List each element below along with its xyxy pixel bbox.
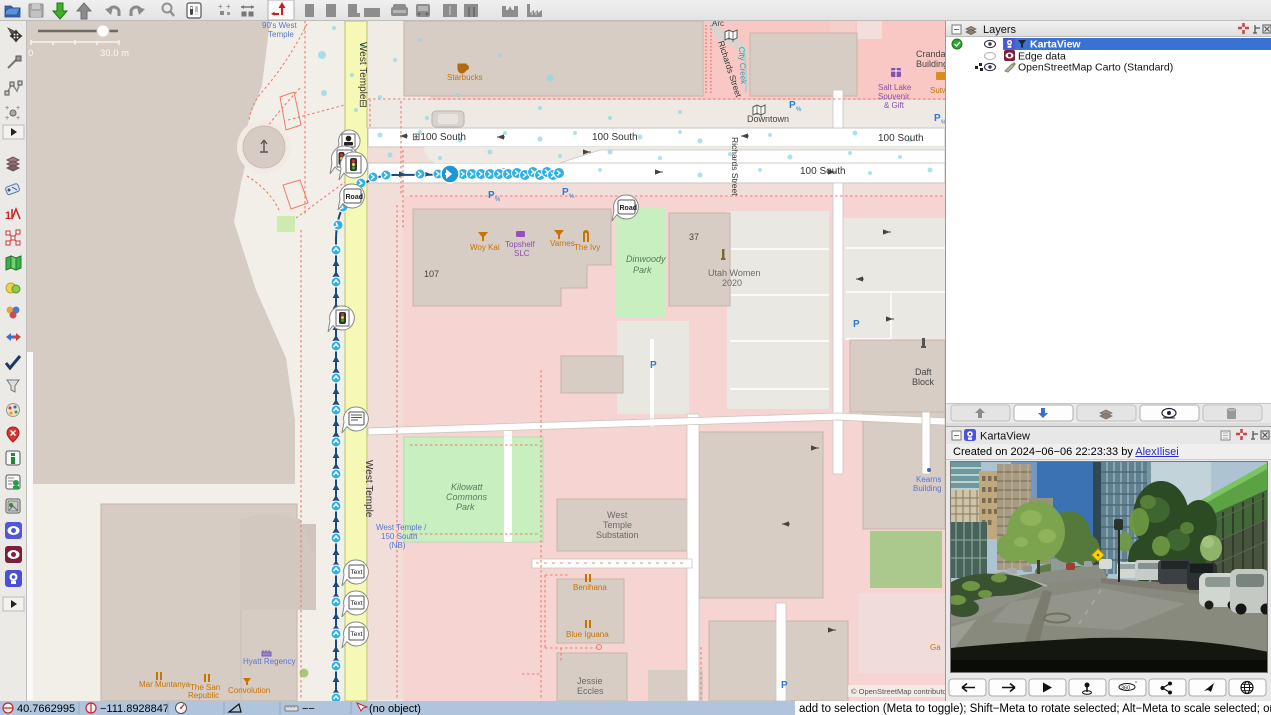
svg-text:30.0 m: 30.0 m [100, 48, 129, 59]
svg-text:100 South: 100 South [878, 133, 924, 144]
svg-text:Jessie: Jessie [577, 676, 603, 686]
svg-text:P: P [650, 360, 657, 371]
svg-text:West: West [607, 510, 628, 520]
svg-text:Salt Lake: Salt Lake [878, 83, 912, 92]
svg-text:Road: Road [620, 205, 638, 212]
svg-text:1: 1 [5, 210, 11, 222]
svg-text:Mar Muntanya: Mar Muntanya [139, 680, 191, 689]
svg-text:⊞100 South: ⊞100 South [412, 132, 466, 143]
svg-text:KartaView: KartaView [1030, 39, 1081, 51]
svg-text:(no object): (no object) [369, 703, 421, 715]
svg-text:Republic: Republic [188, 691, 219, 700]
svg-text:+: + [5, 105, 9, 112]
svg-text:+: + [226, 2, 231, 11]
svg-text:KartaView: KartaView [980, 431, 1030, 443]
svg-text:Substation: Substation [596, 530, 639, 540]
svg-text:Arc: Arc [712, 21, 724, 28]
svg-text:Daft: Daft [915, 367, 932, 377]
svg-text:& Gift: & Gift [884, 101, 905, 110]
svg-text:+: + [16, 105, 20, 112]
svg-text:P: P [853, 319, 860, 330]
svg-text:add to selection (Meta to togg: add to selection (Meta to toggle); Shift… [799, 703, 1271, 715]
svg-text:Hyatt Regency: Hyatt Regency [243, 657, 295, 666]
svg-text:Sutw: Sutw [930, 86, 945, 95]
svg-text:P: P [562, 187, 569, 198]
svg-text:%: % [495, 197, 501, 203]
svg-text:West Temple /: West Temple / [376, 523, 427, 532]
svg-text:Topshelf: Topshelf [505, 240, 536, 249]
svg-text:107: 107 [424, 269, 439, 279]
svg-text:0: 0 [28, 48, 33, 59]
svg-text:37: 37 [689, 232, 699, 242]
svg-text:Downtown: Downtown [747, 114, 789, 124]
svg-text:Commons: Commons [446, 492, 488, 502]
svg-text:Layers: Layers [983, 24, 1017, 36]
svg-text:Kearns: Kearns [916, 475, 941, 484]
svg-text:40.7662995: 40.7662995 [17, 703, 75, 715]
svg-text:Varnes: Varnes [550, 239, 575, 248]
svg-text:Road: Road [346, 194, 364, 201]
svg-text:Park: Park [633, 265, 652, 275]
svg-text:SLC: SLC [514, 249, 530, 258]
svg-text:−−: −− [302, 703, 315, 715]
svg-text:West Temple: West Temple [363, 460, 374, 518]
svg-text:100 South: 100 South [592, 132, 638, 143]
svg-text:Text: Text [351, 631, 363, 638]
svg-text:Park: Park [456, 502, 475, 512]
svg-text:Souvenir: Souvenir [878, 92, 910, 101]
svg-text:Building: Building [916, 59, 945, 69]
svg-text:(NB): (NB) [389, 541, 406, 550]
svg-text:90's West: 90's West [262, 21, 298, 30]
svg-text:Dinwoody: Dinwoody [626, 254, 666, 264]
svg-text:°: ° [1135, 681, 1137, 687]
svg-text:Blue Iguana: Blue Iguana [566, 630, 609, 639]
svg-text:P: P [781, 680, 788, 691]
svg-text:+: + [16, 115, 20, 122]
svg-text:150 South: 150 South [381, 532, 417, 541]
svg-text:Eccles: Eccles [577, 686, 604, 696]
svg-text:Utah Women: Utah Women [708, 268, 760, 278]
svg-text:West Temple⊟: West Temple⊟ [357, 42, 368, 108]
svg-text:P: P [789, 100, 796, 111]
svg-text:Building: Building [913, 484, 941, 493]
svg-text:%: % [796, 107, 802, 113]
svg-text:Convolution: Convolution [228, 686, 270, 695]
svg-text:Kilowatt: Kilowatt [451, 482, 483, 492]
svg-text:360: 360 [1121, 686, 1130, 692]
svg-text:%: % [569, 194, 575, 200]
svg-text:P: P [934, 113, 941, 124]
svg-text:2020: 2020 [722, 278, 742, 288]
svg-text:+: + [218, 2, 223, 11]
svg-text:Woy Kai: Woy Kai [470, 243, 500, 252]
svg-text:P: P [488, 190, 495, 201]
svg-text:Temple: Temple [603, 520, 632, 530]
svg-text:Starbucks: Starbucks [447, 73, 483, 82]
svg-text:The Ivy: The Ivy [574, 243, 600, 252]
svg-text:Temple: Temple [268, 30, 294, 39]
svg-text:Block: Block [912, 377, 935, 387]
svg-text:© OpenStreetMap contributors: © OpenStreetMap contributors [851, 687, 945, 696]
svg-text:100 South: 100 South [800, 166, 846, 177]
svg-text:Ga: Ga [930, 643, 941, 652]
svg-text:Benihana: Benihana [573, 583, 607, 592]
svg-text:+: + [5, 115, 9, 122]
svg-text:Richards Street: Richards Street [730, 137, 740, 196]
svg-text:Text: Text [351, 600, 363, 607]
svg-text:Text: Text [351, 569, 363, 576]
svg-text:Crandall: Crandall [916, 49, 945, 59]
svg-text:OpenStreetMap Carto (Standard): OpenStreetMap Carto (Standard) [1018, 62, 1173, 74]
svg-text:−111.8928847: −111.8928847 [100, 703, 169, 715]
